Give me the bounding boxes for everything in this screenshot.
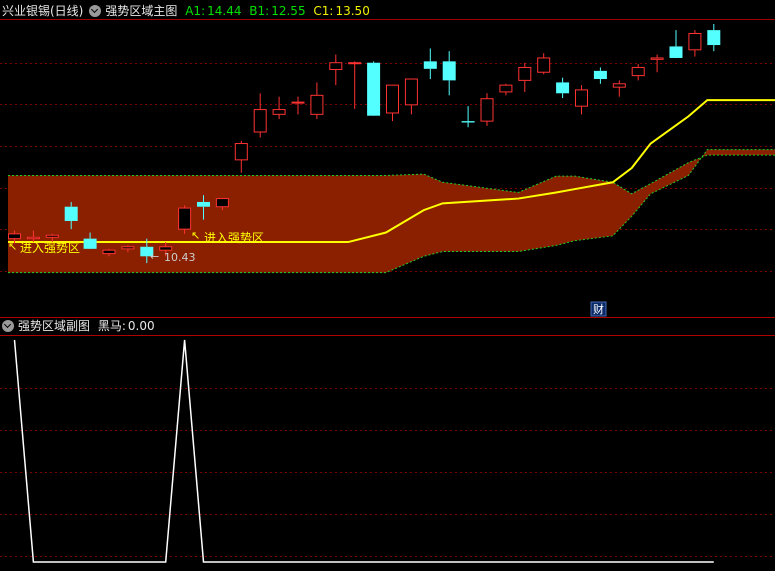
candle-body <box>121 246 135 250</box>
candle-body <box>291 101 305 104</box>
candle-body <box>367 62 381 116</box>
candle <box>272 96 286 120</box>
candle <box>631 64 645 81</box>
candle <box>556 77 570 99</box>
candle-body <box>499 84 513 93</box>
candle-body <box>423 61 437 69</box>
low-price-label: 10.43 <box>164 251 196 264</box>
candle-body <box>64 206 78 221</box>
candle <box>537 53 551 75</box>
candle-body <box>26 236 40 240</box>
stock-chart[interactable]: ↖ 进入强势区 ↖ 进入强势区 ← 10.43 财 <box>0 0 775 571</box>
candle-body <box>234 143 248 161</box>
candle <box>461 106 475 128</box>
black-horse-line <box>13 339 714 563</box>
black-horse-series <box>13 339 714 563</box>
band-fill <box>8 149 775 273</box>
candle <box>178 205 192 234</box>
candle <box>575 85 588 115</box>
candle <box>499 83 513 96</box>
candle <box>234 140 248 173</box>
candle-body <box>537 57 551 73</box>
candle-body <box>556 82 570 94</box>
candle-body <box>45 234 59 238</box>
candle-body <box>688 33 702 51</box>
candle <box>291 96 305 115</box>
candle-body <box>518 66 532 81</box>
sub-grid <box>0 388 775 557</box>
enter-zone-label: 进入强势区 <box>204 231 264 245</box>
candle-body <box>197 201 210 207</box>
candle <box>310 82 324 120</box>
candle <box>518 62 532 92</box>
candle <box>442 51 456 96</box>
candle <box>707 24 721 52</box>
candle-body <box>310 94 324 115</box>
candle <box>386 84 399 122</box>
candle-body <box>669 46 683 58</box>
candle-body <box>215 198 229 208</box>
candle <box>253 93 267 138</box>
candle <box>404 78 418 115</box>
candle-body <box>102 249 116 255</box>
candle-body <box>404 78 418 106</box>
candle-body <box>253 109 267 133</box>
candle-body <box>593 70 607 80</box>
candle-body <box>272 109 286 115</box>
candle-body <box>631 66 645 77</box>
svg-text:←: ← <box>150 250 159 263</box>
candle <box>688 30 702 57</box>
candle-body <box>442 61 456 81</box>
candle-body <box>575 89 588 107</box>
candle-body <box>386 84 399 114</box>
candle-body <box>348 62 362 65</box>
candle-body <box>707 30 721 46</box>
candle-body <box>650 57 664 60</box>
candle <box>612 80 626 97</box>
candle-body <box>83 238 97 249</box>
low-price-annotation: ← 10.43 <box>150 250 196 264</box>
finance-marker[interactable]: 财 <box>590 301 607 317</box>
candle-body <box>8 233 21 240</box>
finance-marker-label: 财 <box>593 302 604 316</box>
svg-text:↖: ↖ <box>191 229 200 242</box>
candle <box>348 61 362 109</box>
candle-body <box>612 83 626 88</box>
candle <box>367 61 381 116</box>
candle <box>669 30 683 58</box>
candle-body <box>178 207 192 230</box>
candle <box>329 54 343 86</box>
candle-body <box>461 121 475 123</box>
candle-body <box>329 62 343 71</box>
svg-text:↖: ↖ <box>8 240 17 253</box>
candle <box>480 93 494 126</box>
candle <box>593 67 607 84</box>
enter-zone-label: 进入强势区 <box>20 241 80 255</box>
candle <box>423 48 437 80</box>
candle-body <box>480 98 494 122</box>
candle-body <box>159 246 173 251</box>
